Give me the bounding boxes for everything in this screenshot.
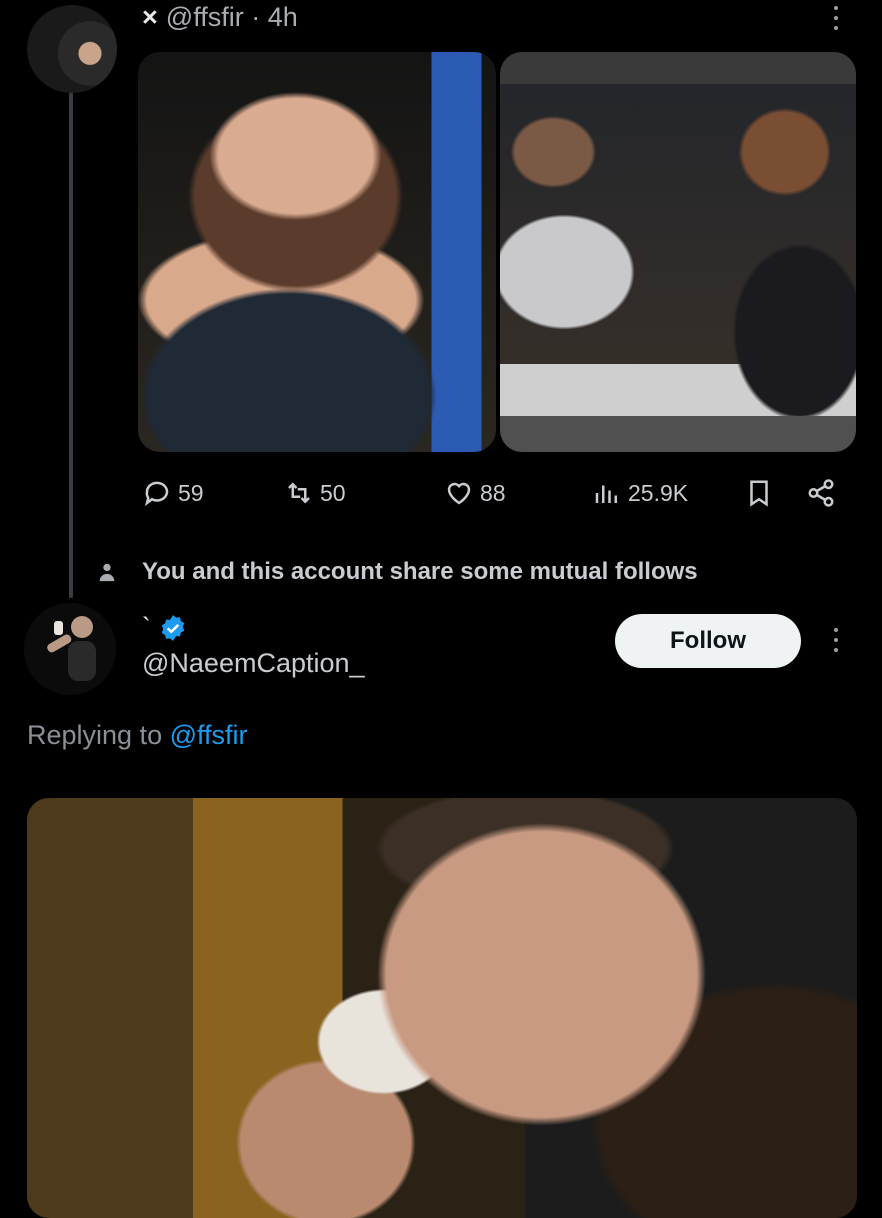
- view-count: 25.9K: [628, 479, 689, 506]
- replying-to-label: Replying to: [27, 720, 163, 750]
- separator-dot: ·: [251, 2, 261, 32]
- analytics-icon: [595, 485, 617, 503]
- follow-button[interactable]: Follow: [615, 614, 801, 668]
- reply-more-options-icon[interactable]: [826, 626, 846, 656]
- like-count-button[interactable]: 88: [444, 478, 506, 508]
- replying-to-mention[interactable]: @ffsfir: [170, 720, 248, 750]
- reply-icon: [144, 481, 169, 507]
- close-icon[interactable]: ×: [142, 2, 158, 32]
- replying-to-line: Replying to @ffsfir: [27, 720, 248, 751]
- more-options-icon[interactable]: [826, 4, 846, 34]
- view-count-button[interactable]: 25.9K: [592, 478, 688, 508]
- person-icon: [99, 563, 115, 582]
- reply-author-display-name[interactable]: `: [142, 612, 151, 643]
- author-avatar[interactable]: [27, 5, 117, 93]
- repost-count: 50: [320, 479, 346, 506]
- reply-author-handle[interactable]: @NaeemCaption_: [142, 648, 365, 679]
- like-count: 88: [480, 479, 506, 506]
- repost-count-button[interactable]: 50: [284, 478, 346, 508]
- reply-count: 59: [178, 479, 204, 506]
- tweet-media-image-left[interactable]: [138, 52, 496, 452]
- author-handle[interactable]: @ffsfir: [166, 2, 244, 32]
- reply-author-avatar[interactable]: [24, 603, 116, 695]
- reply-media-image[interactable]: [27, 798, 857, 1218]
- reply-count-button[interactable]: 59: [142, 478, 204, 508]
- avatar-figure: [24, 603, 116, 695]
- reply-author-name-row: `: [142, 612, 187, 643]
- mutual-follows-notice: You and this account share some mutual f…: [96, 558, 698, 586]
- tweet-media-image-right[interactable]: [500, 52, 856, 452]
- repost-icon: [288, 482, 310, 504]
- tweet-author-line: × @ffsfir · 4h: [142, 2, 298, 33]
- share-icon[interactable]: [806, 478, 836, 508]
- thread-connector-line: [69, 92, 73, 598]
- verified-badge-icon: [161, 614, 184, 641]
- heart-icon: [447, 482, 471, 505]
- bookmark-icon[interactable]: [744, 478, 774, 508]
- tweet-time[interactable]: 4h: [268, 2, 298, 32]
- mutual-follows-text: You and this account share some mutual f…: [142, 558, 698, 585]
